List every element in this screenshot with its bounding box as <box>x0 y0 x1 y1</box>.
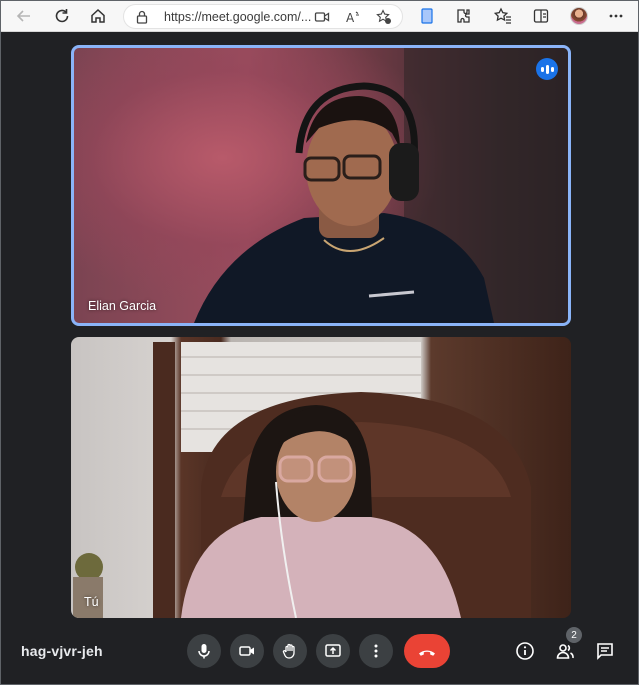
favorites-icon[interactable] <box>491 4 515 28</box>
video-camera-icon <box>239 646 254 656</box>
participant-name: Elian Garcia <box>88 299 157 313</box>
home-icon[interactable] <box>86 4 110 28</box>
back-icon[interactable] <box>12 4 36 28</box>
present-icon <box>325 644 341 657</box>
participant-tile-remote[interactable]: Elian Garcia <box>71 45 571 326</box>
participants-count-badge: 2 <box>566 627 582 643</box>
refresh-icon[interactable] <box>50 4 74 28</box>
more-options-button[interactable] <box>359 634 393 668</box>
split-screen-icon[interactable] <box>529 4 553 28</box>
participant-name: Tú <box>84 595 99 609</box>
more-vert-icon <box>374 644 378 658</box>
self-video <box>73 342 531 618</box>
hand-icon <box>282 643 295 659</box>
participant-video <box>194 48 568 323</box>
camera-button[interactable] <box>230 634 264 668</box>
raise-hand-button[interactable] <box>273 634 307 668</box>
participants-button[interactable] <box>554 640 576 662</box>
extensions-icon[interactable] <box>452 4 476 28</box>
participant-tile-self[interactable]: Tú <box>71 337 571 618</box>
chat-button[interactable] <box>594 640 616 662</box>
microphone-button[interactable] <box>187 634 221 668</box>
microphone-icon <box>198 644 210 659</box>
favorites-add-icon[interactable] <box>376 9 392 25</box>
browser-toolbar: https://meet.google.com/... A <box>1 1 638 32</box>
hang-up-icon <box>419 650 435 656</box>
leave-call-button[interactable] <box>404 634 450 668</box>
svg-text:A: A <box>346 11 355 25</box>
speaking-indicator-icon <box>536 58 558 80</box>
info-icon <box>516 642 534 660</box>
present-screen-button[interactable] <box>316 634 350 668</box>
meeting-code: hag-vjvr-jeh <box>21 643 103 659</box>
chat-icon <box>597 643 613 660</box>
meeting-details-button[interactable] <box>514 640 536 662</box>
lock-icon[interactable] <box>134 9 150 25</box>
profile-avatar[interactable] <box>570 7 588 25</box>
read-aloud-icon[interactable]: A <box>345 9 361 25</box>
more-icon[interactable] <box>604 4 628 28</box>
camera-icon[interactable] <box>314 9 330 25</box>
address-bar[interactable]: https://meet.google.com/... A <box>123 4 403 29</box>
people-icon <box>556 644 574 659</box>
address-url[interactable]: https://meet.google.com/... <box>164 10 311 24</box>
collections-icon[interactable] <box>415 4 439 28</box>
browser-window: https://meet.google.com/... A Elian Garc… <box>0 0 639 685</box>
